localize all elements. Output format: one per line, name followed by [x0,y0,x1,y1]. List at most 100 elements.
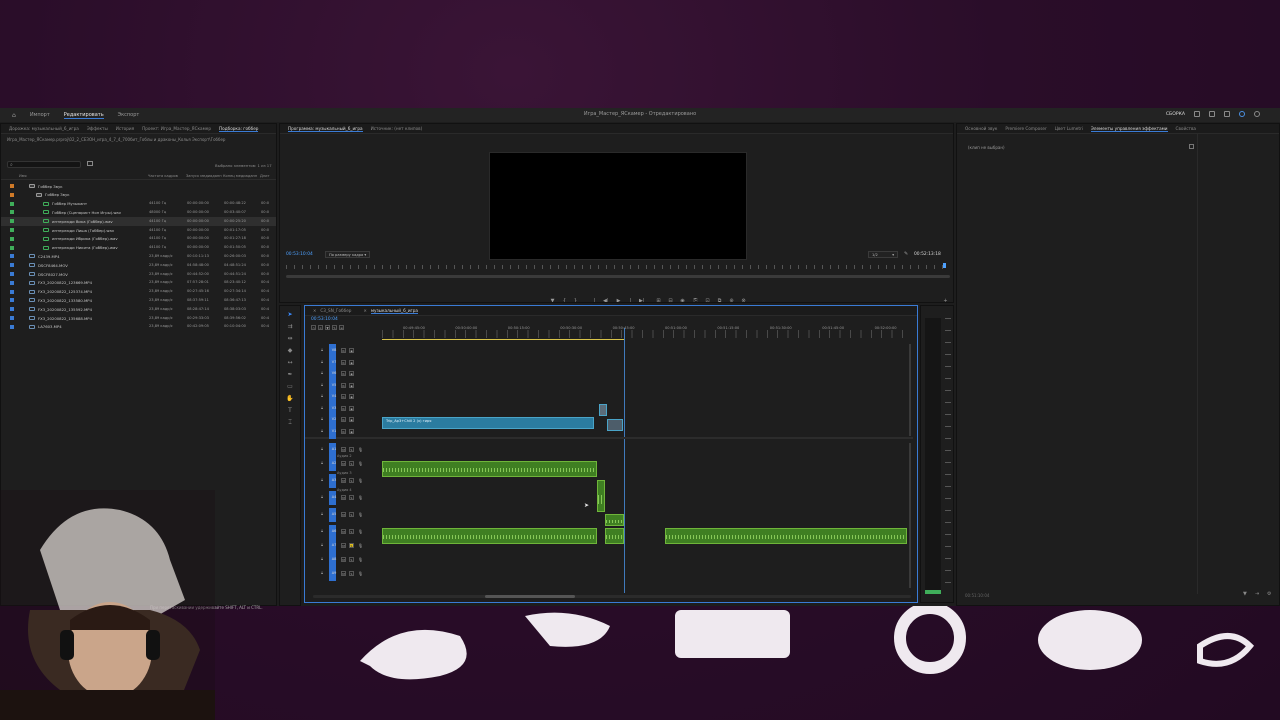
solo-button[interactable]: S [349,495,354,500]
project-row[interactable]: FX3_20200822_133580.MP4 23,89 кадр/с 08:37… [1,296,276,305]
solo-button[interactable]: S [349,447,354,452]
audio-track-header[interactable]: 🔒︎ A2 M S 🎙︎ [321,457,381,471]
project-row[interactable]: Гоббер Звук [1,182,276,191]
label-color-chip[interactable] [10,272,14,276]
lock-icon[interactable]: 🔒︎ [321,405,323,410]
sync-lock-icon[interactable]: ⧉ [341,428,346,434]
label-color-chip[interactable] [10,210,14,215]
label-color-chip[interactable] [10,245,14,250]
monitor-scrollbar[interactable] [286,275,950,278]
col-rate[interactable]: Частота кадров [148,174,178,178]
mute-button[interactable]: M [341,461,346,466]
track-label[interactable]: A7 [331,542,337,548]
tab-program[interactable]: Программа: музыкальный_6_игра [288,126,363,132]
audio-clip[interactable] [605,514,624,526]
track-label[interactable]: V6 [331,370,337,376]
step-back-button[interactable]: ◀| [603,299,609,303]
quality-select[interactable]: 1/2 ▾ [868,251,898,258]
captions-icon[interactable]: ≡ [339,325,344,330]
multicam-button[interactable]: ⊗ [741,299,746,303]
lock-icon[interactable]: 🔒︎ [321,393,323,398]
track-label[interactable]: A2 [331,460,337,466]
layout-icon[interactable] [1194,111,1200,117]
label-color-chip[interactable] [10,219,14,224]
audio-clip[interactable] [382,461,597,477]
tab-bin[interactable]: Подборка: гоббер [219,126,259,132]
audio-track-header[interactable]: 🔒︎ A5 M S 🎙︎ [321,508,381,522]
track-label[interactable]: V5 [331,382,337,388]
tab-lumetri[interactable]: Цвет Lumetri [1055,126,1083,131]
video-preview[interactable] [489,152,747,260]
track-label[interactable]: A6 [331,528,337,534]
solo-button[interactable]: S [349,529,354,534]
lift-button[interactable]: ⎘ [693,299,698,303]
audio-clip[interactable] [597,480,605,512]
track-label[interactable]: V4 [331,393,337,399]
video-clip[interactable]: Trip_Ap3+Chill 2 (x) гиря [382,417,594,429]
label-color-chip[interactable] [10,289,14,294]
eye-icon[interactable]: ◉ [349,428,354,434]
track-label[interactable]: A3 [331,477,337,483]
go-to-in-button[interactable]: |◀ [592,299,597,303]
zoom-handle[interactable] [485,595,575,598]
monitor-timecode[interactable]: 00:53:10:04 [286,252,313,257]
lock-icon[interactable]: 🔒︎ [321,542,323,547]
tab-sequence[interactable]: Дорожка: музыкальный_6_игра [9,126,79,131]
audio-track-header[interactable]: 🔒︎ A8 M S 🎙︎ [321,553,381,567]
lock-icon[interactable]: 🔒︎ [321,359,323,364]
sync-lock-icon[interactable]: ⧉ [341,382,346,388]
sync-lock-icon[interactable]: ⧉ [341,417,346,422]
microphone-icon[interactable]: 🎙︎ [358,461,363,466]
selection-tool-icon[interactable]: ➤ [286,311,294,319]
track-label[interactable]: V2 [331,416,337,422]
track-divider[interactable] [305,437,913,439]
marker-button[interactable]: ▼ [550,299,555,303]
label-color-chip[interactable] [10,324,14,329]
export-icon[interactable]: ⇥ [1255,591,1259,597]
col-duration[interactable]: Длит [260,174,270,178]
lock-icon[interactable]: 🔒︎ [321,528,323,533]
microphone-icon[interactable]: 🎙︎ [358,478,363,483]
tab-premiere-composer[interactable]: Premiere Composer [1005,126,1046,131]
solo-button[interactable]: S [349,461,354,466]
tab-project[interactable]: Проект: Игра_Мастер_ЯСкамер [142,126,211,131]
project-row[interactable]: интерлюди Ибрика (Гоббер).wav 44100 Гц 00:… [1,235,276,244]
label-color-chip[interactable] [10,192,14,197]
project-row[interactable]: Гоббер Звук [1,191,276,200]
search-input[interactable]: ⌕ [7,161,81,168]
mute-button[interactable]: M [341,543,346,548]
label-color-chip[interactable] [10,307,14,312]
insert-button[interactable]: ⊞ [656,299,661,303]
audio-clip[interactable] [605,528,624,544]
fullscreen-icon[interactable] [1224,111,1230,117]
eye-icon[interactable]: ◉ [349,394,354,399]
sync-lock-icon[interactable]: ⧉ [341,359,346,365]
project-row[interactable]: интерлюди Лиша (Гоббер).wav 44100 Гц 00:00… [1,226,276,235]
label-color-chip[interactable] [10,254,14,259]
tab-properties[interactable]: Свойства [1176,126,1196,131]
track-select-tool-icon[interactable]: ⇉ [286,323,294,331]
progress-icon[interactable] [1239,111,1245,117]
audio-track-header[interactable]: 🔒︎ A7 M S 🎙︎ [321,539,381,553]
slip-tool-icon[interactable]: ↔ [286,359,294,367]
overwrite-button[interactable]: ⊟ [668,299,673,303]
solo-button[interactable]: S [349,478,354,483]
tab-source[interactable]: Источник: (нет клипов) [371,126,423,131]
eye-icon[interactable]: ◉ [349,359,354,365]
microphone-icon[interactable]: 🎙︎ [358,512,363,517]
lock-icon[interactable]: 🔒︎ [321,428,323,433]
lock-icon[interactable]: 🔒︎ [321,382,323,387]
project-row[interactable]: Гоббер (Сценарист Нон Игры).wav 48000 Гц 0… [1,208,276,217]
track-label[interactable]: A4 [331,494,337,500]
tab-sequence-1[interactable]: C3_SN_Гоббер [320,308,351,313]
microphone-icon[interactable]: 🎙︎ [358,495,363,500]
fit-select[interactable]: По размеру кадра ▾ [325,251,371,258]
audio-track-header[interactable]: 🔒︎ A6 M S 🎙︎ [321,525,381,539]
label-color-chip[interactable] [10,228,14,232]
mute-button[interactable]: M [341,529,346,534]
mute-button[interactable]: M [341,478,346,483]
label-color-chip[interactable] [10,201,14,206]
track-label[interactable]: A5 [331,511,337,517]
ripple-tool-icon[interactable]: ⇹ [286,335,294,343]
track-label[interactable]: V3 [331,405,337,411]
